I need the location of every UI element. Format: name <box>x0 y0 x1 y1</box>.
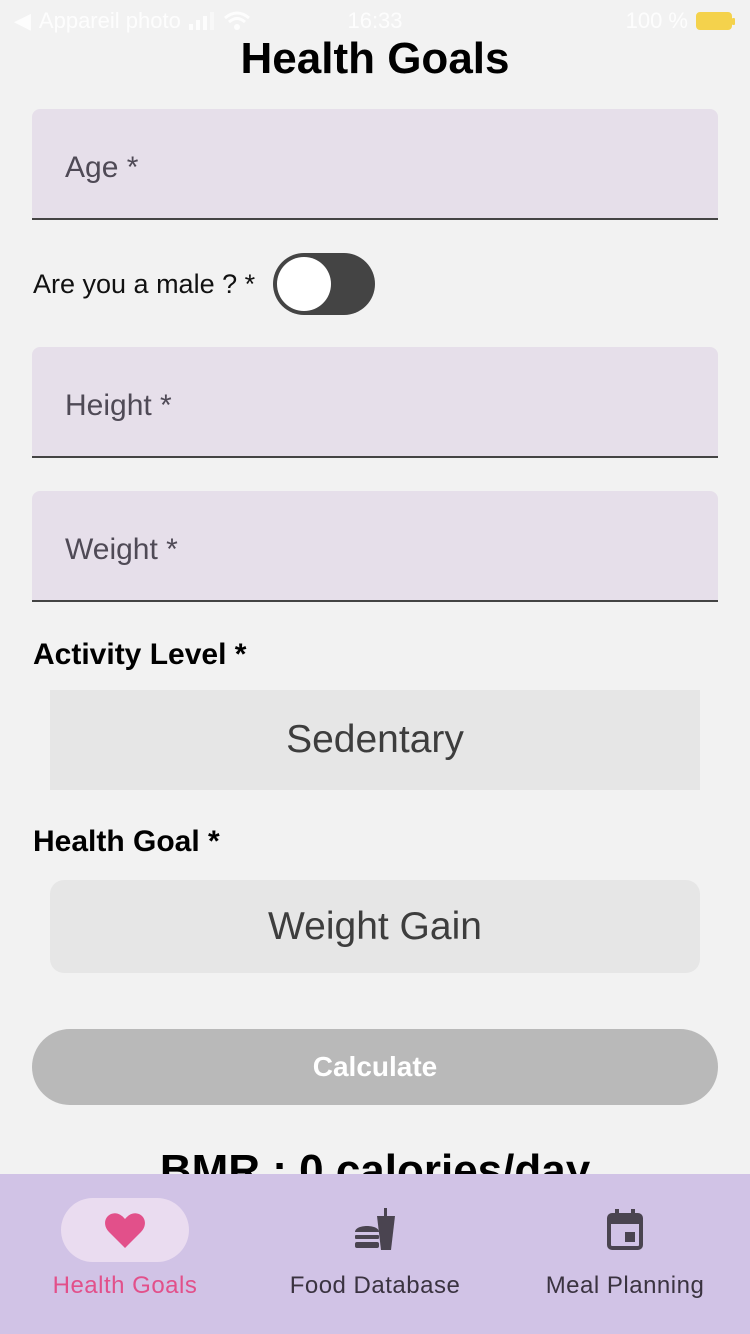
calculate-button[interactable]: Calculate <box>32 1029 718 1105</box>
activity-level-label: Activity Level * <box>33 638 247 671</box>
nav-item-meal-planning[interactable]: Meal Planning <box>500 1174 750 1334</box>
battery-percent: 100 % <box>625 8 688 33</box>
health-goal-value: Weight Gain <box>268 904 482 948</box>
height-field[interactable]: Height * <box>32 347 718 458</box>
age-placeholder: Age * <box>65 151 139 184</box>
activity-level-picker[interactable]: Sedentary <box>50 690 700 790</box>
bottom-nav: Health Goals Food Database Meal Planning <box>0 1174 750 1334</box>
toggle-knob <box>277 257 332 311</box>
heart-icon <box>105 1213 145 1248</box>
weight-placeholder: Weight * <box>65 533 178 566</box>
nav-item-food-database[interactable]: Food Database <box>250 1174 500 1334</box>
height-placeholder: Height * <box>65 389 172 422</box>
nav-label-health-goals: Health Goals <box>52 1272 198 1299</box>
health-goal-picker[interactable]: Weight Gain <box>50 880 700 973</box>
male-toggle-label: Are you a male ? * <box>33 268 256 299</box>
male-toggle-row: Are you a male ? * <box>33 252 376 316</box>
status-right: 100 % <box>625 8 735 34</box>
calculate-button-label: Calculate <box>312 1051 438 1082</box>
nav-item-health-goals[interactable]: Health Goals <box>0 1174 250 1334</box>
nav-label-food-database: Food Database <box>289 1272 461 1299</box>
weight-field[interactable]: Weight * <box>32 491 718 602</box>
fastfood-icon <box>355 1208 395 1250</box>
male-toggle[interactable] <box>273 253 376 315</box>
health-goal-label: Health Goal * <box>33 825 220 858</box>
nav-label-meal-planning: Meal Planning <box>545 1272 705 1299</box>
age-field[interactable]: Age * <box>32 109 718 220</box>
battery-icon <box>696 12 735 30</box>
calendar-icon <box>607 1209 643 1250</box>
page-title: Health Goals <box>240 34 510 83</box>
activity-level-value: Sedentary <box>286 718 464 761</box>
